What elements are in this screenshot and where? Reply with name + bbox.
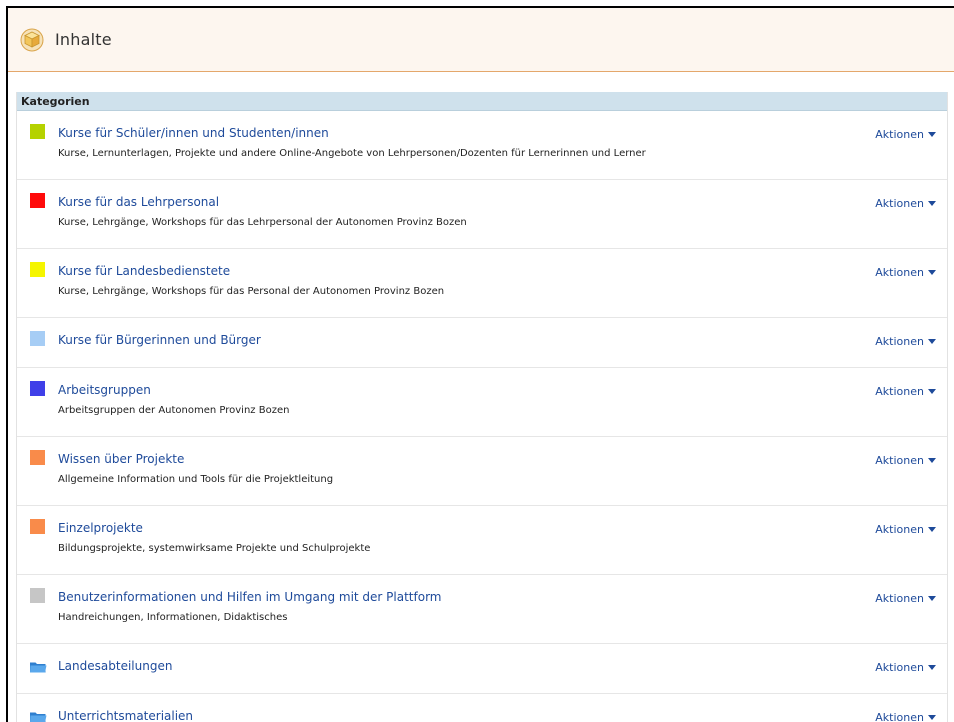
category-description: Handreichungen, Informationen, Didaktisc… [58, 612, 288, 623]
category-row: Kurse für das Lehrpersonal Kurse, Lehrgä… [17, 180, 947, 249]
chevron-down-icon [928, 527, 936, 532]
category-link[interactable]: Kurse für Schüler/innen und Studenten/in… [58, 126, 329, 140]
category-link[interactable]: Kurse für das Lehrpersonal [58, 195, 219, 209]
category-link[interactable]: Kurse für Bürgerinnen und Bürger [58, 333, 261, 347]
actions-label: Aktionen [875, 454, 924, 467]
category-row: Einzelprojekte Bildungsprojekte, systemw… [17, 506, 947, 575]
categories-panel: Kategorien Kurse für Schüler/innen und S… [16, 92, 948, 722]
category-color-swatch [30, 262, 45, 277]
actions-label: Aktionen [875, 266, 924, 279]
category-color-swatch [30, 519, 45, 534]
actions-menu-button[interactable]: Aktionen [875, 335, 936, 348]
category-row: Arbeitsgruppen Arbeitsgruppen der Autono… [17, 368, 947, 437]
category-row: Kurse für Schüler/innen und Studenten/in… [17, 111, 947, 180]
chevron-down-icon [928, 665, 936, 670]
category-row: Wissen über Projekte Allgemeine Informat… [17, 437, 947, 506]
category-color-swatch [30, 331, 45, 346]
category-description: Kurse, Lehrgänge, Workshops für das Pers… [58, 286, 445, 297]
actions-menu-button[interactable]: Aktionen [875, 385, 936, 398]
category-row: Unterrichtsmaterialien Aktionen [17, 694, 947, 722]
chevron-down-icon [928, 458, 936, 463]
actions-label: Aktionen [875, 197, 924, 210]
page-header: Inhalte [8, 8, 954, 72]
category-link[interactable]: Einzelprojekte [58, 521, 143, 535]
category-link[interactable]: Wissen über Projekte [58, 452, 184, 466]
chevron-down-icon [928, 715, 936, 720]
category-color-swatch [30, 124, 45, 139]
actions-menu-button[interactable]: Aktionen [875, 128, 936, 141]
page-title: Inhalte [55, 30, 112, 49]
actions-label: Aktionen [875, 661, 924, 674]
actions-label: Aktionen [875, 335, 924, 348]
categories-heading: Kategorien [17, 92, 947, 111]
chevron-down-icon [928, 270, 936, 275]
category-description: Bildungsprojekte, systemwirksame Projekt… [58, 543, 371, 554]
actions-menu-button[interactable]: Aktionen [875, 523, 936, 536]
category-link[interactable]: Unterrichtsmaterialien [58, 709, 193, 722]
actions-label: Aktionen [875, 128, 924, 141]
category-color-swatch [30, 450, 45, 465]
category-link[interactable]: Landesabteilungen [58, 659, 172, 673]
content-window: Inhalte Kategorien Kurse für Schüler/inn… [6, 6, 954, 722]
category-color-swatch [30, 193, 45, 208]
category-color-swatch [30, 588, 45, 603]
category-row: Landesabteilungen Aktionen [17, 644, 947, 694]
actions-menu-button[interactable]: Aktionen [875, 592, 936, 605]
actions-label: Aktionen [875, 523, 924, 536]
folder-icon [29, 659, 47, 673]
category-link[interactable]: Benutzerinformationen und Hilfen im Umga… [58, 590, 442, 604]
actions-menu-button[interactable]: Aktionen [875, 454, 936, 467]
chevron-down-icon [928, 596, 936, 601]
category-description: Kurse, Lernunterlagen, Projekte und ande… [58, 148, 646, 159]
folder-icon [29, 709, 47, 722]
category-row: Kurse für Bürgerinnen und Bürger Aktione… [17, 318, 947, 368]
chevron-down-icon [928, 389, 936, 394]
actions-menu-button[interactable]: Aktionen [875, 661, 936, 674]
actions-label: Aktionen [875, 711, 924, 722]
category-description: Arbeitsgruppen der Autonomen Provinz Boz… [58, 405, 290, 416]
actions-menu-button[interactable]: Aktionen [875, 266, 936, 279]
actions-menu-button[interactable]: Aktionen [875, 711, 936, 722]
actions-label: Aktionen [875, 385, 924, 398]
category-description: Kurse, Lehrgänge, Workshops für das Lehr… [58, 217, 467, 228]
category-row: Benutzerinformationen und Hilfen im Umga… [17, 575, 947, 644]
chevron-down-icon [928, 339, 936, 344]
actions-label: Aktionen [875, 592, 924, 605]
package-icon [20, 28, 44, 52]
category-row: Kurse für Landesbedienstete Kurse, Lehrg… [17, 249, 947, 318]
actions-menu-button[interactable]: Aktionen [875, 197, 936, 210]
chevron-down-icon [928, 201, 936, 206]
category-description: Allgemeine Information und Tools für die… [58, 474, 334, 485]
category-link[interactable]: Arbeitsgruppen [58, 383, 151, 397]
category-link[interactable]: Kurse für Landesbedienstete [58, 264, 230, 278]
category-color-swatch [30, 381, 45, 396]
chevron-down-icon [928, 132, 936, 137]
